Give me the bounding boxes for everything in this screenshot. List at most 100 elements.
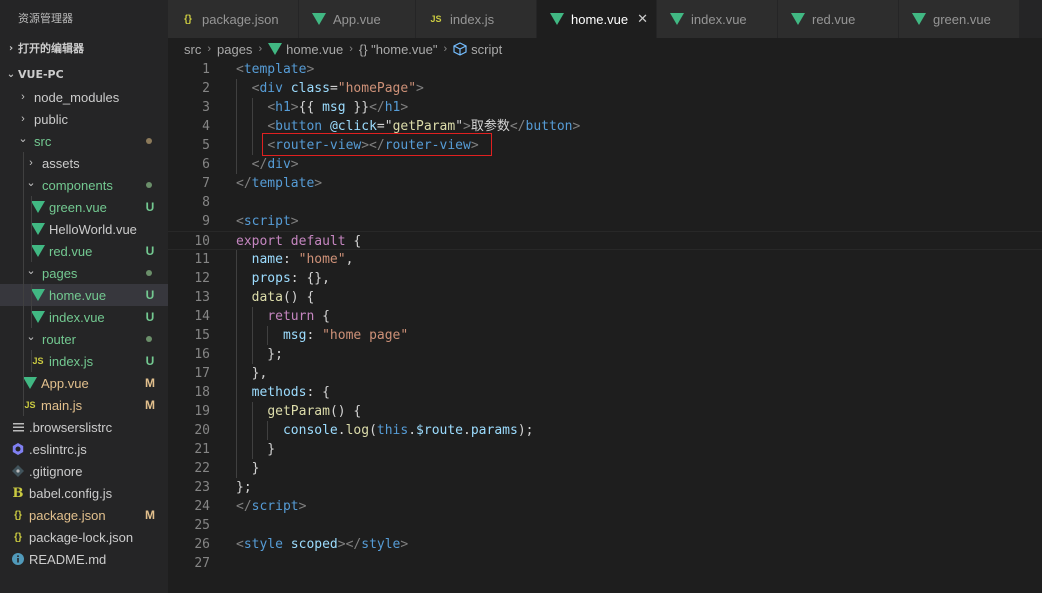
tree-item-browserslistrc[interactable]: .browserslistrc: [0, 416, 168, 438]
indent-guide: [23, 284, 24, 306]
line-number: 8: [202, 195, 210, 210]
code-line: 6 </div>: [168, 155, 1042, 174]
code-token: params: [470, 423, 518, 438]
git-status-badge: U: [145, 288, 155, 302]
tree-item-label: babel.config.js: [29, 485, 113, 501]
code-text: getParam() {: [236, 402, 361, 421]
tree-item-components[interactable]: ⌄ components: [0, 174, 168, 196]
vue-icon: [790, 12, 806, 26]
tab-green-vue[interactable]: green.vue: [899, 0, 1020, 38]
tree-item-label: src: [34, 133, 52, 149]
code-token: console: [282, 423, 338, 438]
breadcrumb-item[interactable]: {} "home.vue": [359, 42, 438, 57]
code-line: 15 msg: "home page": [168, 326, 1042, 345]
indent-guide: [31, 218, 32, 240]
open-editors-section[interactable]: › 打开的编辑器: [0, 38, 168, 60]
line-number: 22: [194, 461, 210, 476]
breadcrumb-item[interactable]: src: [184, 42, 201, 57]
project-section[interactable]: ⌄ VUE-PC: [0, 64, 168, 86]
code-token: button: [525, 119, 573, 134]
tree-item-label: .eslintrc.js: [29, 441, 87, 457]
tree-item-home-vue[interactable]: home.vue U: [0, 284, 168, 306]
line-number: 7: [202, 176, 210, 191]
code-line: 19 getParam() {: [168, 402, 1042, 421]
tree-item-index-vue[interactable]: index.vue U: [0, 306, 168, 328]
annotation-highlight-box: [262, 133, 492, 156]
code-token: div: [259, 81, 283, 96]
eslint-icon: [10, 441, 26, 457]
breadcrumb-item[interactable]: script: [471, 42, 502, 57]
code-token: ></: [337, 537, 362, 552]
tree-item-router[interactable]: ⌄ router: [0, 328, 168, 350]
tree-item-label: pages: [42, 265, 78, 281]
code-token: (: [369, 423, 377, 438]
tree-item-eslintrc-js[interactable]: .eslintrc.js: [0, 438, 168, 460]
tree-item-package-json[interactable]: {} package.json M: [0, 504, 168, 526]
tree-item-gitignore[interactable]: .gitignore: [0, 460, 168, 482]
code-token: =: [376, 119, 385, 134]
tree-item-node-modules[interactable]: › node_modules: [0, 86, 168, 108]
line-number: 3: [202, 100, 210, 115]
indent-guide: [23, 394, 24, 416]
tree-item-package-lock-json[interactable]: {} package-lock.json: [0, 526, 168, 548]
tree-item-src[interactable]: ⌄ src: [0, 130, 168, 152]
code-token: <: [267, 119, 276, 134]
tree-item-babel-config-js[interactable]: Bbabel.config.js: [0, 482, 168, 504]
code-token: @click: [329, 119, 377, 134]
line-number: 15: [194, 328, 210, 343]
code-text: }: [236, 440, 275, 459]
tree-item-red-vue[interactable]: red.vue U: [0, 240, 168, 262]
tree-item-assets[interactable]: › assets: [0, 152, 168, 174]
close-icon[interactable]: ✕: [637, 11, 648, 27]
tree-item-public[interactable]: › public: [0, 108, 168, 130]
tab-index-js[interactable]: JS index.js: [416, 0, 537, 38]
tab-package-json[interactable]: {} package.json: [168, 0, 299, 38]
code-token: div: [267, 157, 291, 172]
tab-label: index.js: [450, 11, 495, 27]
tree-item-label: assets: [42, 155, 80, 171]
tab-label: package.json: [202, 11, 279, 27]
tab-home-vue[interactable]: home.vue ✕: [537, 0, 657, 38]
tab-app-vue[interactable]: App.vue: [299, 0, 416, 38]
code-line: 21 }: [168, 440, 1042, 459]
vue-icon: [30, 221, 46, 237]
tree-item-helloworld-vue[interactable]: HelloWorld.vue: [0, 218, 168, 240]
git-status-badge: M: [145, 398, 155, 412]
code-token: >: [306, 62, 315, 77]
code-token: >: [298, 499, 307, 514]
code-token: scoped: [290, 537, 338, 552]
breadcrumb-item[interactable]: home.vue: [286, 42, 343, 57]
tree-item-app-vue[interactable]: App.vue M: [0, 372, 168, 394]
tree-item-label: home.vue: [49, 287, 107, 303]
line-number: 21: [194, 442, 210, 457]
tree-item-label: router: [42, 331, 76, 347]
tab-red-vue[interactable]: red.vue: [778, 0, 899, 38]
code-text: return {: [236, 307, 330, 326]
tree-item-label: index.js: [49, 353, 94, 369]
tree-item-main-js[interactable]: JS main.js M: [0, 394, 168, 416]
tree-item-pages[interactable]: ⌄ pages: [0, 262, 168, 284]
code-text: };: [236, 478, 252, 497]
tree-item-index-js[interactable]: JS index.js U: [0, 350, 168, 372]
chevron-right-icon: ›: [349, 43, 353, 55]
code-line: 10 export default {: [168, 231, 1042, 250]
git-status-badge: U: [145, 200, 155, 214]
babel-icon: B: [12, 485, 24, 501]
line-number: 19: [194, 404, 210, 419]
code-text: msg: "home page": [236, 326, 408, 345]
code-line: 24 </script>: [168, 497, 1042, 516]
code-line: 22 }: [168, 459, 1042, 478]
breadcrumb-item[interactable]: pages: [217, 42, 252, 57]
tab-index-vue[interactable]: index.vue: [657, 0, 778, 38]
line-number: 23: [194, 480, 210, 495]
code-token: }: [236, 442, 276, 457]
tree-item-label: package.json: [29, 507, 106, 523]
code-text: </script>: [236, 497, 306, 516]
tab-label: home.vue: [571, 11, 629, 27]
code-token: >: [572, 119, 581, 134]
tree-item-green-vue[interactable]: green.vue U: [0, 196, 168, 218]
code-token: }: [236, 461, 260, 476]
tree-item-readme-md[interactable]: README.md: [0, 548, 168, 570]
